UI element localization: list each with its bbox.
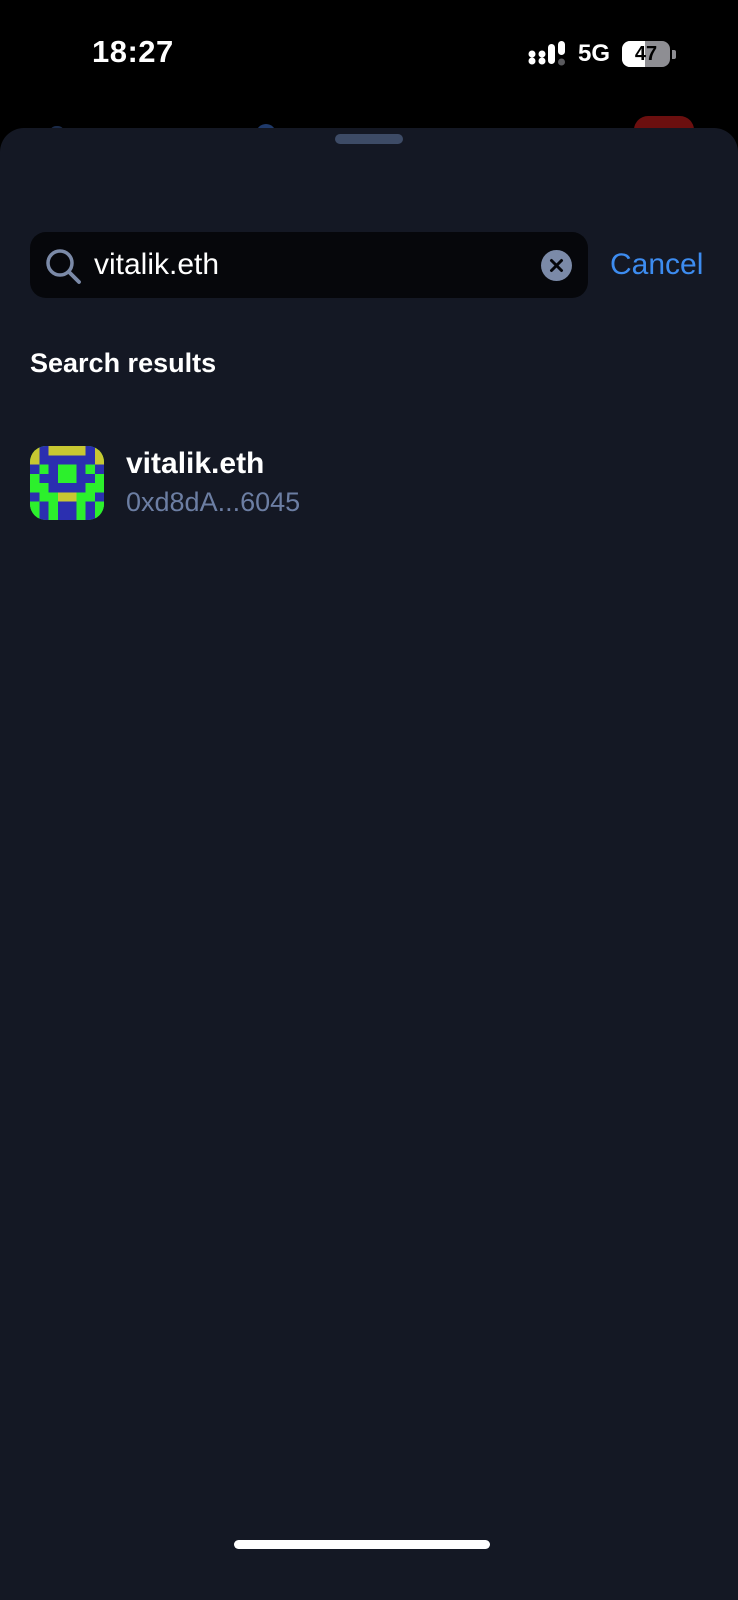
search-input[interactable] xyxy=(94,232,514,298)
result-text: vitalik.eth 0xd8dA...6045 xyxy=(126,445,300,521)
battery-cap xyxy=(672,49,676,59)
search-sheet: Cancel Search results xyxy=(0,128,738,1600)
status-time: 18:27 xyxy=(92,34,174,69)
sheet-grabber[interactable] xyxy=(335,134,403,144)
status-indicators: 5G 47 xyxy=(528,40,676,68)
cancel-button[interactable]: Cancel xyxy=(610,232,703,298)
battery-icon: 47 xyxy=(622,41,670,67)
search-row: Cancel xyxy=(30,232,710,298)
status-bar: 18:27 5G 47 xyxy=(0,0,738,110)
search-icon xyxy=(46,249,81,284)
search-box[interactable] xyxy=(30,232,588,298)
close-icon xyxy=(550,259,563,272)
home-indicator[interactable] xyxy=(234,1540,490,1549)
search-results-title: Search results xyxy=(30,348,217,378)
result-name: vitalik.eth xyxy=(126,447,265,480)
avatar xyxy=(30,446,104,520)
signal-icon xyxy=(528,41,565,66)
battery-level: 47 xyxy=(634,42,658,65)
result-address: 0xd8dA...6045 xyxy=(126,487,301,517)
network-label: 5G xyxy=(577,40,610,67)
screen: 18:27 5G 47 vitalik.eth Cancel Search re… xyxy=(0,0,738,1600)
search-result-item[interactable]: vitalik.eth 0xd8dA...6045 xyxy=(30,444,710,522)
avatar-identicon xyxy=(30,446,104,520)
clear-search-icon[interactable] xyxy=(541,250,572,281)
